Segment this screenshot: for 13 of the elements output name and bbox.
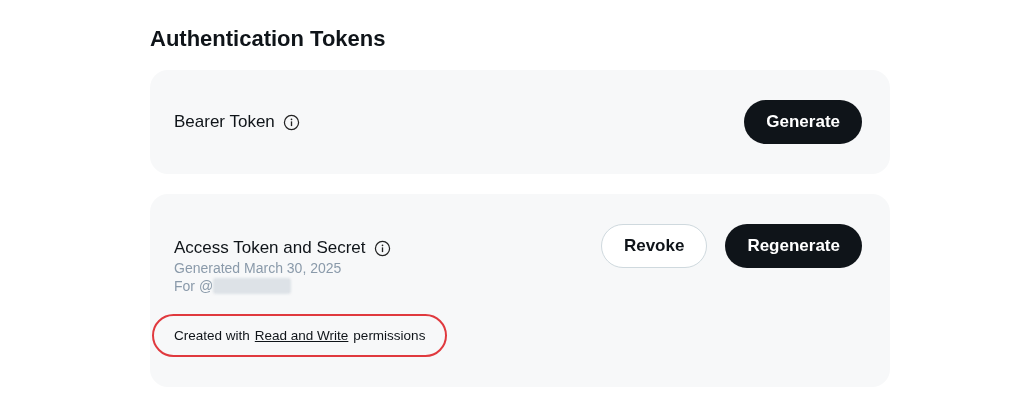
action-button[interactable]: Revoke (600, 224, 708, 268)
token-title: Bearer Token (174, 112, 275, 132)
info-icon[interactable] (373, 239, 391, 257)
permissions-text: permissions (353, 328, 426, 343)
action-button[interactable]: Regenerate (725, 224, 862, 268)
token-title: Access Token and Secret (174, 238, 366, 258)
permissions-link[interactable]: Read and Write (254, 328, 349, 343)
info-icon[interactable] (282, 113, 300, 131)
permissions-text: Created with (174, 328, 250, 343)
action-button[interactable]: Generate (744, 100, 862, 144)
token-detail: Generated March 30, 2025 (174, 260, 342, 276)
section-heading: Authentication Tokens (150, 26, 387, 52)
token-detail: For @ (174, 278, 214, 294)
